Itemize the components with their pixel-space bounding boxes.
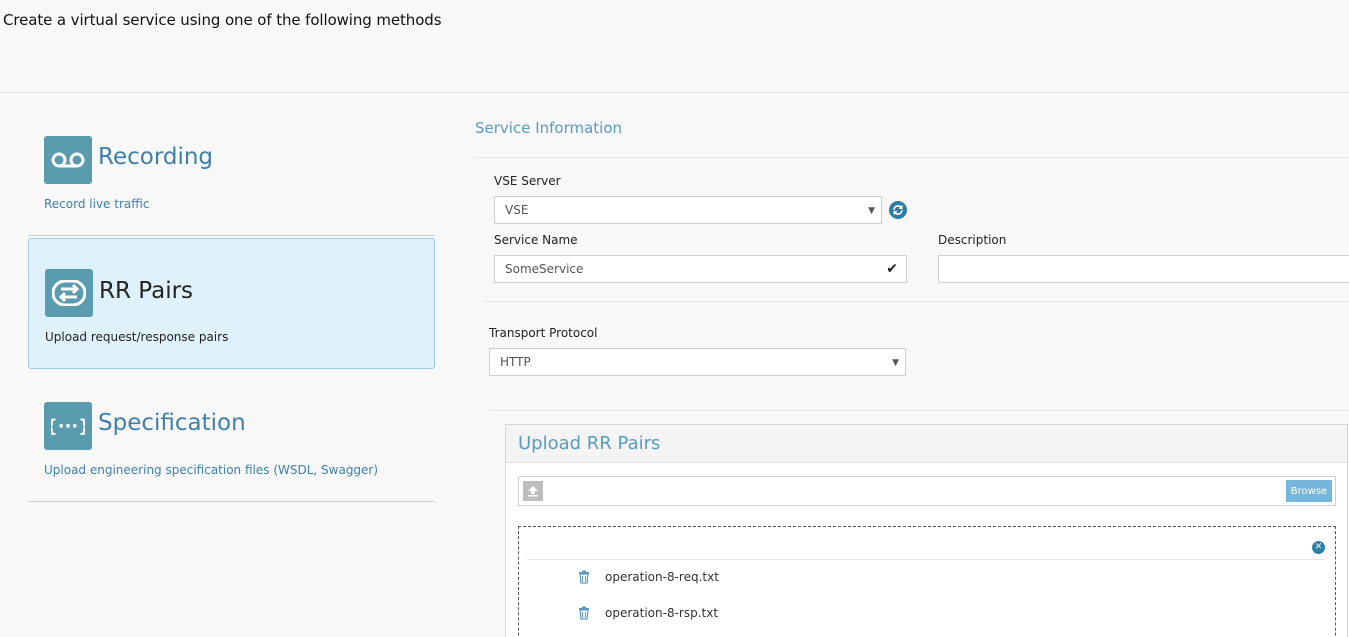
caret-down-icon: ▼ xyxy=(892,358,899,368)
vse-server-label: VSE Server xyxy=(494,174,561,188)
page-title: Create a virtual service using one of th… xyxy=(3,11,442,29)
refresh-icon[interactable] xyxy=(889,201,907,219)
divider xyxy=(527,559,1325,560)
upload-icon[interactable] xyxy=(523,481,543,501)
method-description: Upload engineering specification files (… xyxy=(44,463,379,477)
method-title: Recording xyxy=(98,144,214,170)
method-rr-pairs[interactable]: RR Pairs Upload request/response pairs xyxy=(28,238,435,369)
method-title: RR Pairs xyxy=(99,278,194,304)
list-item: operation-8-req.txt xyxy=(577,569,719,585)
svg-text:{···}: {···} xyxy=(51,416,85,437)
service-name-input[interactable]: SomeService ✔ xyxy=(494,255,907,283)
file-name: operation-8-rsp.txt xyxy=(605,606,719,620)
top-divider xyxy=(0,92,1349,93)
divider xyxy=(484,301,1349,302)
method-title: Specification xyxy=(98,410,246,436)
transport-protocol-label: Transport Protocol xyxy=(489,326,598,340)
section-title: Service Information xyxy=(475,119,623,137)
divider xyxy=(489,410,1349,411)
tape-icon xyxy=(44,136,92,184)
transport-protocol-value: HTTP xyxy=(500,355,531,369)
dropzone[interactable]: ✕ operation-8-req.txt operation-8-rsp.tx… xyxy=(518,526,1336,637)
trash-icon[interactable] xyxy=(577,570,591,584)
description-label: Description xyxy=(938,233,1007,247)
divider xyxy=(28,235,435,236)
file-name: operation-8-req.txt xyxy=(605,570,719,584)
upload-panel-header: Upload RR Pairs xyxy=(506,425,1347,463)
service-name-label: Service Name xyxy=(494,233,578,247)
list-item: operation-8-rsp.txt xyxy=(577,605,718,621)
file-input[interactable]: Browse xyxy=(518,476,1336,506)
method-specification[interactable]: {···} Specification Upload engineering s… xyxy=(28,384,435,500)
page: Create a virtual service using one of th… xyxy=(0,0,1349,637)
upload-panel: Upload RR Pairs Browse ✕ operation-8-req… xyxy=(505,424,1348,637)
service-name-value: SomeService xyxy=(505,262,584,276)
swap-arrows-icon xyxy=(45,269,93,317)
divider xyxy=(28,501,435,502)
method-description: Record live traffic xyxy=(44,197,150,211)
vse-server-select[interactable]: VSE ▼ xyxy=(494,196,882,224)
caret-down-icon: ▼ xyxy=(868,206,875,216)
browse-button[interactable]: Browse xyxy=(1286,480,1332,502)
curly-braces-icon: {···} xyxy=(44,402,92,450)
trash-icon[interactable] xyxy=(577,606,591,620)
method-recording[interactable]: Recording Record live traffic xyxy=(28,118,435,236)
description-input[interactable] xyxy=(938,255,1349,283)
transport-protocol-select[interactable]: HTTP ▼ xyxy=(489,348,906,376)
method-description: Upload request/response pairs xyxy=(45,330,229,344)
vse-server-value: VSE xyxy=(505,203,529,217)
divider xyxy=(474,157,1349,158)
close-icon[interactable]: ✕ xyxy=(1312,541,1325,554)
checkmark-icon: ✔ xyxy=(886,261,898,277)
upload-title: Upload RR Pairs xyxy=(518,433,661,454)
